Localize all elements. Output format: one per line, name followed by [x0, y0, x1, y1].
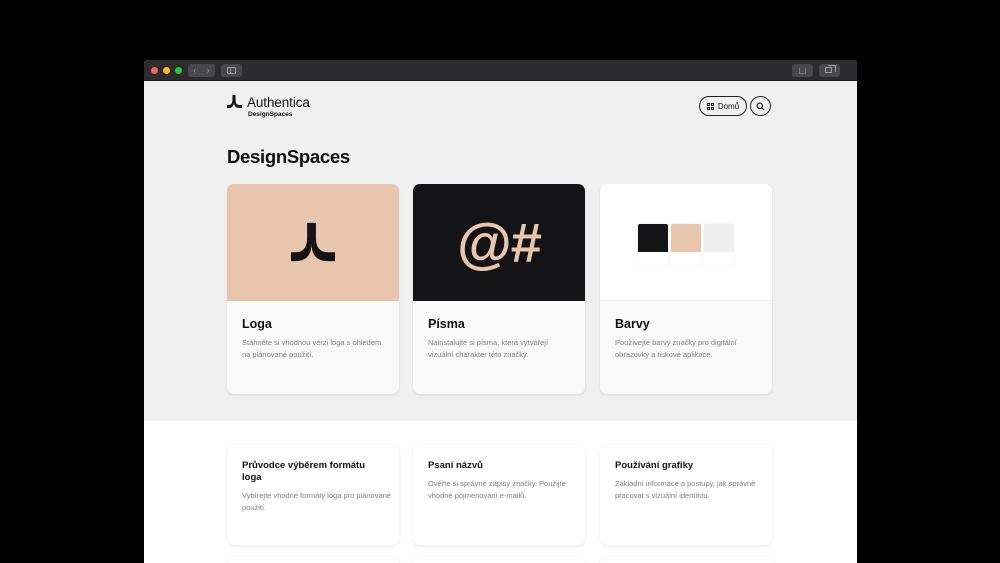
guide-card-title: Psaní názvů [428, 460, 483, 471]
browser-titlebar: ‹ › [144, 60, 857, 81]
back-button[interactable]: ‹ [188, 64, 202, 77]
tabs-icon [825, 65, 836, 73]
guide-card-description: Vybírejte vhodné formáty loga pro plánov… [242, 491, 391, 512]
minimize-window-button[interactable] [163, 67, 170, 74]
guide-card-title: Průvodce výběrem formátu loga [242, 460, 366, 483]
color-swatch-fill [704, 224, 734, 252]
brand-name: Authentica [247, 95, 310, 110]
card-colors-media [600, 184, 772, 301]
share-icon [799, 68, 806, 74]
card-fonts-description: Nainstalujte si písma, která vytvářejí v… [428, 338, 549, 359]
card-fonts-media: @# [413, 184, 585, 301]
guide-card-description: Základní informace a postupy, jak správn… [615, 479, 756, 500]
guides-section: Průvodce výběrem formátu loga Vybírejte … [144, 421, 857, 563]
brand-logo-mark-icon [291, 222, 335, 261]
tabs-overview-button[interactable] [819, 64, 840, 77]
search-button[interactable] [750, 96, 771, 116]
font-glyphs-preview: @# [457, 210, 542, 274]
page-title: DesignSpaces [227, 146, 350, 167]
card-fonts[interactable]: @# Písma Nainstalujte si písma, která vy… [413, 184, 585, 394]
close-window-button[interactable] [151, 67, 158, 74]
card-logos-description: Stáhněte si vhodnou verzi loga s ohledem… [242, 338, 382, 359]
browser-window: ‹ › Authentica DesignSpaces Domů DesignS… [144, 60, 857, 563]
search-icon [756, 101, 765, 111]
guide-card-title: Používání grafiky [615, 460, 694, 471]
brand-subtitle: DesignSpaces [248, 111, 293, 118]
card-logos-title: Loga [242, 317, 272, 331]
page-content: Authentica DesignSpaces Domů DesignSpace… [144, 81, 857, 563]
color-swatch[interactable] [671, 224, 701, 266]
sidebar-icon [227, 67, 236, 74]
guide-card-graphics[interactable]: Používání grafiky Základní informace a p… [600, 445, 772, 545]
card-fonts-title: Písma [428, 317, 465, 331]
history-nav: ‹ › [188, 64, 215, 77]
color-swatch-fill [671, 224, 701, 252]
share-button[interactable] [792, 64, 813, 77]
card-colors[interactable]: Barvy Používejte barvy značky pro digitá… [600, 184, 772, 394]
brand-logo-icon [227, 95, 242, 108]
card-logos[interactable]: Loga Stáhněte si vhodnou verzi loga s oh… [227, 184, 399, 394]
guide-card-partial[interactable] [227, 557, 399, 563]
home-button-label: Domů [717, 101, 740, 111]
home-button[interactable]: Domů [699, 96, 747, 116]
sidebar-toggle-button[interactable] [221, 64, 242, 77]
guide-card-description: Ověřte si správné zápisy značky. Použijt… [428, 479, 566, 500]
color-swatch-fill [638, 224, 668, 252]
card-colors-description: Používejte barvy značky pro digitální ob… [615, 338, 737, 359]
grid-icon [706, 102, 714, 110]
color-swatch[interactable] [638, 224, 668, 266]
guide-card-partial[interactable] [413, 557, 585, 563]
color-swatch[interactable] [704, 224, 734, 266]
maximize-window-button[interactable] [175, 67, 182, 74]
forward-button[interactable]: › [202, 64, 216, 77]
guide-card-logo-format[interactable]: Průvodce výběrem formátu loga Vybírejte … [227, 445, 399, 545]
card-colors-title: Barvy [615, 317, 650, 331]
color-swatches [638, 224, 734, 266]
guide-card-partial[interactable] [600, 557, 772, 563]
card-logos-media [227, 184, 399, 301]
guide-card-naming[interactable]: Psaní názvů Ověřte si správné zápisy zna… [413, 445, 585, 545]
